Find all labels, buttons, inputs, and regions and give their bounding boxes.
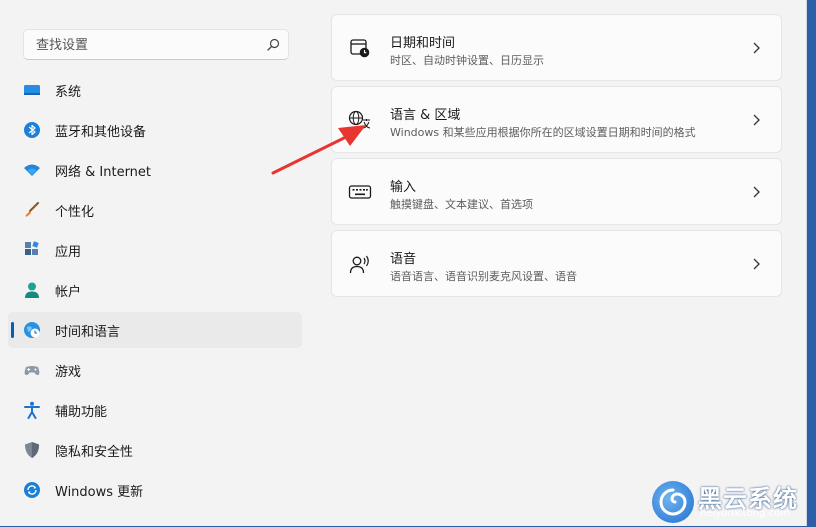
card-title: 日期和时间	[390, 36, 456, 51]
sidebar-item-gaming[interactable]: 游戏	[8, 352, 302, 388]
sidebar-item-label: 游戏	[55, 365, 82, 380]
sidebar-item-label: 时间和语言	[55, 325, 121, 340]
sidebar-item-accounts[interactable]: 帐户	[8, 272, 302, 308]
sidebar-item-label: 网络 & Internet	[55, 165, 152, 180]
card-language-region[interactable]: 语言 & 区域 Windows 和某些应用根据你所在的区域设置日期和时间的格式	[331, 86, 782, 153]
card-subtitle: Windows 和某些应用根据你所在的区域设置日期和时间的格式	[390, 126, 696, 139]
sidebar-item-label: 应用	[55, 245, 82, 260]
brush-icon	[25, 201, 40, 217]
search-icon[interactable]	[266, 38, 280, 52]
card-typing[interactable]: 输入 触摸键盘、文本建议、首选项	[331, 158, 782, 225]
sidebar: 系统 蓝牙和其他设备 网络 & Internet 个性化	[0, 0, 310, 526]
card-subtitle: 时区、自动时钟设置、日历显示	[390, 54, 544, 67]
chevron-right-icon	[753, 114, 760, 126]
sidebar-item-label: 辅助功能	[55, 405, 108, 420]
chevron-right-icon	[753, 42, 760, 54]
sidebar-item-label: 帐户	[55, 285, 82, 300]
monitor-icon	[24, 85, 40, 95]
sidebar-item-label: 个性化	[55, 205, 95, 220]
card-subtitle: 语音语言、语音识别麦克风设置、语音	[390, 270, 577, 283]
chevron-right-icon	[753, 186, 760, 198]
swirl-icon	[659, 488, 687, 516]
person-icon	[25, 282, 39, 298]
sidebar-item-system[interactable]: 系统	[8, 72, 302, 108]
sidebar-item-label: 隐私和安全性	[55, 445, 134, 460]
sidebar-item-label: 蓝牙和其他设备	[55, 125, 147, 140]
accessibility-icon	[24, 401, 40, 419]
sidebar-item-personalization[interactable]: 个性化	[8, 192, 302, 228]
keyboard-icon	[348, 185, 372, 199]
settings-window: 系统 蓝牙和其他设备 网络 & Internet 个性化	[0, 0, 807, 526]
card-title: 语言 & 区域	[390, 108, 461, 123]
language-region-icon	[348, 110, 371, 129]
sidebar-item-apps[interactable]: 应用	[8, 232, 302, 268]
card-date-time[interactable]: 日期和时间 时区、自动时钟设置、日历显示	[331, 14, 782, 81]
gamepad-icon	[24, 366, 40, 375]
card-title: 输入	[390, 180, 417, 195]
sidebar-item-privacy[interactable]: 隐私和安全性	[8, 432, 302, 468]
sidebar-item-time-language[interactable]: 时间和语言	[8, 312, 302, 348]
selection-indicator	[11, 322, 14, 338]
bluetooth-icon	[24, 122, 40, 138]
sidebar-item-label: Windows 更新	[55, 485, 144, 500]
search-input[interactable]	[34, 30, 258, 61]
update-icon	[24, 482, 40, 498]
card-subtitle: 触摸键盘、文本建议、首选项	[390, 198, 533, 211]
sidebar-item-label: 系统	[55, 85, 82, 100]
chevron-right-icon	[753, 258, 760, 270]
watermark-url: heiyunxitong.com	[700, 508, 790, 519]
sidebar-item-windows-update[interactable]: Windows 更新	[8, 472, 302, 508]
apps-icon	[25, 241, 39, 255]
sidebar-item-bluetooth[interactable]: 蓝牙和其他设备	[8, 112, 302, 148]
card-speech[interactable]: 语音 语音语言、语音识别麦克风设置、语音	[331, 230, 782, 297]
sidebar-item-accessibility[interactable]: 辅助功能	[8, 392, 302, 428]
speech-icon	[349, 255, 369, 274]
sidebar-item-network[interactable]: 网络 & Internet	[8, 152, 302, 188]
search-box[interactable]	[23, 29, 289, 61]
calendar-clock-icon	[350, 39, 370, 58]
wifi-icon	[24, 164, 40, 176]
watermark-logo	[652, 481, 694, 523]
shield-icon	[25, 442, 39, 458]
globe-clock-icon	[24, 322, 40, 338]
card-title: 语音	[390, 252, 417, 267]
